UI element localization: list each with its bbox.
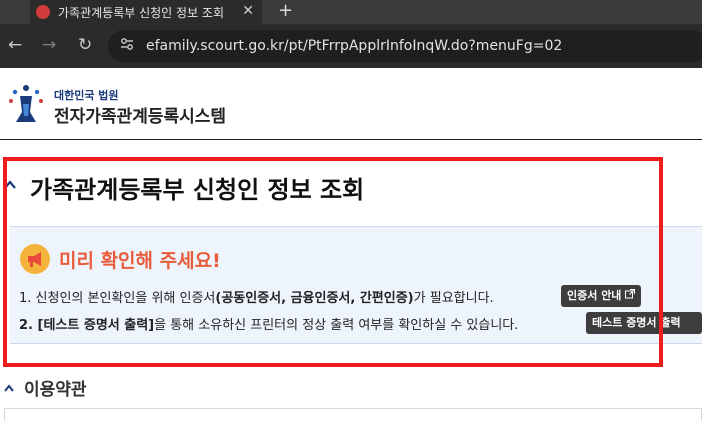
site-header: 대한민국 법원 전자가족관계등록시스템 (0, 68, 702, 140)
terms-title: 이용약관 (24, 380, 87, 400)
site-favicon-icon (36, 5, 50, 19)
court-logo-icon[interactable] (6, 82, 46, 124)
court-name: 대한민국 법원 (54, 89, 119, 102)
tab-close-icon[interactable]: ✕ (242, 3, 254, 19)
address-bar[interactable]: efamily.scourt.go.kr/pt/PtFrrpApplrInfoI… (108, 30, 702, 62)
browser-tabstrip: 가족관계등록부 신청인 정보 조회 ✕ + (0, 0, 702, 24)
chevron-icon (4, 384, 14, 392)
browser-tab-active[interactable]: 가족관계등록부 신청인 정보 조회 ✕ (30, 0, 262, 24)
terms-box (4, 408, 702, 421)
highlight-frame (3, 157, 663, 367)
back-button[interactable]: ← (8, 34, 22, 56)
new-tab-button[interactable]: + (278, 0, 293, 24)
reload-button[interactable]: ↻ (78, 34, 92, 56)
forward-button[interactable]: → (42, 34, 56, 56)
url-text: efamily.scourt.go.kr/pt/PtFrrpApplrInfoI… (146, 38, 563, 54)
site-info-icon[interactable] (120, 37, 134, 55)
system-name[interactable]: 전자가족관계등록시스템 (54, 102, 226, 127)
browser-toolbar: ← → ↻ efamily.scourt.go.kr/pt/PtFrrpAppl… (0, 24, 702, 68)
tab-title: 가족관계등록부 신청인 정보 조회 (58, 5, 225, 20)
